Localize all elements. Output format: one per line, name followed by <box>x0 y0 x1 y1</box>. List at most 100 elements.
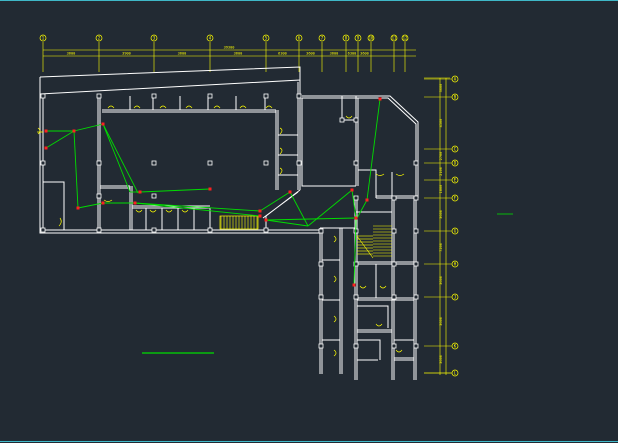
dimension-text-top: 3600 <box>67 52 76 56</box>
door-swings <box>37 105 405 357</box>
column <box>40 93 46 99</box>
dimension-text-right: 3600 <box>439 84 443 93</box>
light-fixture <box>44 129 48 133</box>
grid-label-right: E <box>454 178 457 183</box>
grid-label-top: 7 <box>321 36 324 41</box>
dimension-text-top: 3600 <box>178 52 187 56</box>
column <box>391 228 397 234</box>
column <box>96 93 102 99</box>
dimension-text-right: 4500 <box>439 119 443 128</box>
column <box>151 193 157 199</box>
light-fixture <box>258 209 262 213</box>
wire-run <box>289 191 309 227</box>
grid-label-top: 5 <box>265 36 268 41</box>
dimension-text-right: 3600 <box>439 355 443 364</box>
overall-dimension-text: 39300 <box>224 46 235 50</box>
grid-label-right: G <box>454 229 457 234</box>
column <box>413 261 419 267</box>
column <box>413 228 419 234</box>
column <box>413 160 419 166</box>
light-fixture <box>354 216 358 220</box>
wire-run <box>73 123 104 132</box>
light-fixture <box>350 188 354 192</box>
right-dimension-chain <box>424 77 452 375</box>
column <box>318 261 324 267</box>
dimension-text-top: 3600 <box>330 52 339 56</box>
light-fixture <box>208 187 212 191</box>
wire-run <box>366 98 381 201</box>
grid-label-top: 1 <box>42 36 45 41</box>
column <box>353 117 359 123</box>
wire-run <box>265 219 309 227</box>
column <box>413 294 419 300</box>
dimension-text-right: 3600 <box>439 317 443 326</box>
light-fixture <box>44 146 48 150</box>
column <box>207 93 213 99</box>
light-fixture <box>138 190 142 194</box>
light-fixture <box>258 214 262 218</box>
wire-run <box>102 123 131 193</box>
dimension-text-top: 3900 <box>122 52 131 56</box>
column <box>207 227 213 233</box>
grid-label-top: 2 <box>98 36 101 41</box>
column <box>263 93 269 99</box>
column <box>296 160 302 166</box>
top-grid-axes: 1 2 3 4 5 6 7 8 9 10 11 123600 3900 3600 3600 6300 3600 3… <box>39 34 409 72</box>
dimension-text-top: 3600 <box>360 52 369 56</box>
column <box>353 294 359 300</box>
dimension-text-right: 1800 <box>439 185 443 194</box>
wire-run <box>45 130 75 149</box>
column <box>353 195 359 201</box>
column <box>296 93 302 99</box>
light-fixture <box>101 122 105 126</box>
dimension-text-top: 6300 <box>348 52 357 56</box>
grid-label-right: K <box>454 344 457 349</box>
grid-label-top: 9 <box>357 36 360 41</box>
light-fixture <box>264 218 268 222</box>
grid-label-right: A <box>454 77 457 82</box>
column <box>391 343 397 349</box>
right-grid-axes: A B C D E F G H J K L 3600 4500 2700 2100 1800 3600 7200 3… <box>424 75 459 377</box>
dimension-text-right: 2700 <box>439 152 443 161</box>
grid-label-right: H <box>454 262 457 267</box>
light-fixture <box>365 198 369 202</box>
column <box>339 117 345 123</box>
dimension-text-top: 3600 <box>306 52 315 56</box>
column <box>263 227 269 233</box>
column <box>413 343 419 349</box>
light-fixture <box>76 206 80 210</box>
light-fixture <box>288 190 292 194</box>
grid-label-top: 4 <box>209 36 212 41</box>
cad-drawing-canvas[interactable]: 1 2 3 4 5 6 7 8 9 10 11 12 3600 3900 3600 3600 6300 3600 3… <box>0 0 618 443</box>
column <box>96 160 102 166</box>
column <box>40 160 46 166</box>
floor-plan: 1 2 3 4 5 6 7 8 9 10 11 123600 3900 3600 3600 6300 3600 3… <box>37 34 513 380</box>
column <box>96 227 102 233</box>
wire-run <box>73 130 79 209</box>
column <box>40 227 46 233</box>
column <box>151 93 157 99</box>
column <box>318 228 324 234</box>
column <box>318 343 324 349</box>
wire-run <box>139 188 211 193</box>
column <box>151 160 157 166</box>
grid-label-top: 11 <box>392 36 397 41</box>
column <box>318 294 324 300</box>
grid-label-right: F <box>454 196 457 201</box>
column <box>151 227 157 233</box>
grid-label-top: 10 <box>369 36 374 41</box>
building-walls <box>39 66 419 380</box>
grid-label-top: 6 <box>298 36 301 41</box>
wire-run <box>77 202 104 209</box>
wire-run <box>265 217 357 221</box>
column <box>207 160 213 166</box>
light-fixture <box>72 129 76 133</box>
column <box>353 343 359 349</box>
dimension-text-right: 3600 <box>439 276 443 285</box>
wire-run <box>307 189 353 227</box>
dimension-text-right: 7200 <box>439 243 443 252</box>
grid-label-top: 3 <box>153 36 156 41</box>
column <box>391 294 397 300</box>
grid-label-top: 8 <box>345 36 348 41</box>
column <box>391 261 397 267</box>
